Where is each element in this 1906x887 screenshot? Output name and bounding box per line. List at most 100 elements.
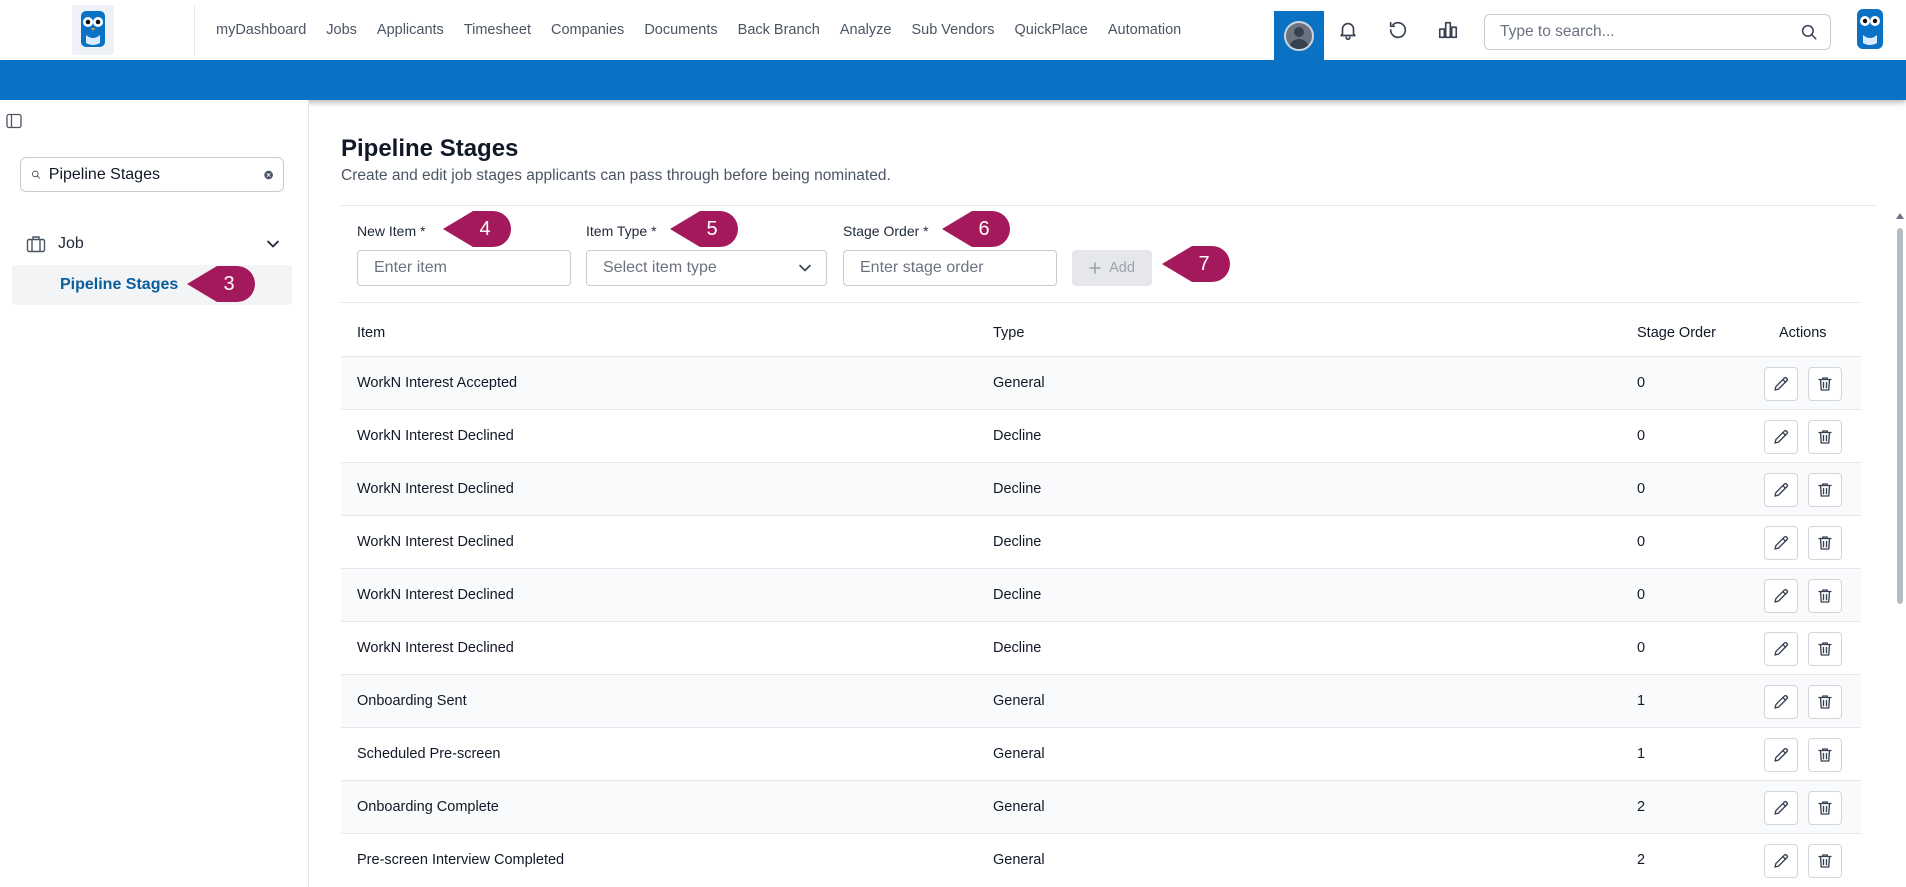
cell-stage-order: 0 xyxy=(1637,587,1646,603)
nav-sub-vendors[interactable]: Sub Vendors xyxy=(911,22,994,38)
company-logo[interactable] xyxy=(72,5,114,55)
pencil-icon xyxy=(1774,747,1789,762)
top-bar: myDashboard Jobs Applicants Timesheet Co… xyxy=(0,0,1906,60)
table-row: Onboarding Sent General 1 xyxy=(341,674,1861,727)
edit-button[interactable] xyxy=(1764,632,1798,666)
nav-companies[interactable]: Companies xyxy=(551,22,624,38)
table-row: WorkN Interest Declined Decline 0 xyxy=(341,568,1861,621)
nav-quickplace[interactable]: QuickPlace xyxy=(1015,22,1088,38)
stage-order-label: Stage Order * xyxy=(843,223,929,239)
edit-button[interactable] xyxy=(1764,473,1798,507)
pencil-icon xyxy=(1774,641,1789,656)
trash-icon xyxy=(1818,695,1832,709)
delete-button[interactable] xyxy=(1808,367,1842,401)
trash-icon xyxy=(1818,642,1832,656)
annotation-marker-7: 7 xyxy=(1162,244,1232,284)
nav-jobs[interactable]: Jobs xyxy=(326,22,357,38)
cell-stage-order: 2 xyxy=(1637,852,1646,868)
edit-button[interactable] xyxy=(1764,579,1798,613)
page-title: Pipeline Stages xyxy=(341,135,519,162)
delete-button[interactable] xyxy=(1808,685,1842,719)
cell-type: General xyxy=(993,852,1045,868)
delete-button[interactable] xyxy=(1808,473,1842,507)
pencil-icon xyxy=(1774,482,1789,497)
edit-button[interactable] xyxy=(1764,791,1798,825)
nav-automation[interactable]: Automation xyxy=(1108,22,1181,38)
trash-icon xyxy=(1818,430,1832,444)
history-icon[interactable] xyxy=(1384,16,1412,44)
pencil-icon xyxy=(1774,800,1789,815)
sidebar-group-job[interactable]: Job xyxy=(26,231,280,257)
nav-back-branch[interactable]: Back Branch xyxy=(738,22,820,38)
cell-stage-order: 1 xyxy=(1637,746,1646,762)
table-row: Onboarding Complete General 2 xyxy=(341,780,1861,833)
annotation-marker-6: 6 xyxy=(942,209,1012,249)
avatar xyxy=(1284,20,1314,51)
edit-button[interactable] xyxy=(1764,526,1798,560)
table-row: WorkN Interest Declined Decline 0 xyxy=(341,409,1861,462)
add-button-label: Add xyxy=(1109,260,1135,276)
nav-analyze[interactable]: Analyze xyxy=(840,22,892,38)
cell-stage-order: 2 xyxy=(1637,799,1646,815)
table-row: WorkN Interest Declined Decline 0 xyxy=(341,621,1861,674)
nav-documents[interactable]: Documents xyxy=(644,22,717,38)
item-type-placeholder: Select item type xyxy=(603,259,717,276)
edit-button[interactable] xyxy=(1764,420,1798,454)
user-menu-tab[interactable] xyxy=(1274,11,1324,60)
global-search-input[interactable] xyxy=(1500,23,1800,41)
edit-button[interactable] xyxy=(1764,367,1798,401)
delete-button[interactable] xyxy=(1808,791,1842,825)
edit-button[interactable] xyxy=(1764,844,1798,878)
global-search[interactable] xyxy=(1484,14,1831,50)
nav-mydashboard[interactable]: myDashboard xyxy=(216,22,306,38)
chevron-down-icon[interactable] xyxy=(266,239,280,249)
pencil-icon xyxy=(1774,588,1789,603)
cell-type: General xyxy=(993,693,1045,709)
new-item-input[interactable] xyxy=(357,250,571,286)
divider xyxy=(341,302,1861,303)
clear-icon[interactable] xyxy=(264,167,273,183)
column-header-type: Type xyxy=(993,325,1025,341)
edit-button[interactable] xyxy=(1764,738,1798,772)
stage-order-input[interactable] xyxy=(843,250,1057,286)
column-header-item: Item xyxy=(357,325,386,341)
cell-stage-order: 0 xyxy=(1637,481,1646,497)
trash-icon xyxy=(1818,377,1832,391)
add-button[interactable]: Add xyxy=(1072,250,1152,286)
cell-stage-order: 1 xyxy=(1637,693,1646,709)
column-header-actions: Actions xyxy=(1779,325,1827,341)
pencil-icon xyxy=(1774,535,1789,550)
cell-type: Decline xyxy=(993,587,1042,603)
trash-icon xyxy=(1818,536,1832,550)
delete-button[interactable] xyxy=(1808,738,1842,772)
table-row: Scheduled Pre-screen General 1 xyxy=(341,727,1861,780)
bar-chart-icon[interactable] xyxy=(1434,16,1462,44)
page-subtitle: Create and edit job stages applicants ca… xyxy=(341,167,891,184)
cell-item: WorkN Interest Accepted xyxy=(357,375,518,391)
item-type-select[interactable]: Select item type xyxy=(586,250,827,286)
delete-button[interactable] xyxy=(1808,632,1842,666)
sidebar-search[interactable] xyxy=(20,157,284,192)
scrollbar-thumb[interactable] xyxy=(1897,228,1903,604)
cell-stage-order: 0 xyxy=(1637,640,1646,656)
item-type-label: Item Type * xyxy=(586,223,657,239)
cell-item: Onboarding Complete xyxy=(357,799,499,815)
panel-toggle-icon[interactable] xyxy=(6,113,22,129)
cell-item: WorkN Interest Declined xyxy=(357,534,514,550)
pencil-icon xyxy=(1774,429,1789,444)
nav-timesheet[interactable]: Timesheet xyxy=(464,22,531,38)
scroll-up-icon[interactable] xyxy=(1896,213,1904,219)
delete-button[interactable] xyxy=(1808,420,1842,454)
nav-applicants[interactable]: Applicants xyxy=(377,22,444,38)
delete-button[interactable] xyxy=(1808,579,1842,613)
sidebar-search-input[interactable] xyxy=(48,165,256,184)
delete-button[interactable] xyxy=(1808,844,1842,878)
delete-button[interactable] xyxy=(1808,526,1842,560)
cell-stage-order: 0 xyxy=(1637,375,1646,391)
sidebar-item-label: Pipeline Stages xyxy=(60,276,179,293)
scrollbar[interactable] xyxy=(1894,210,1906,887)
trash-icon xyxy=(1818,483,1832,497)
bell-icon[interactable] xyxy=(1334,16,1362,44)
search-icon[interactable] xyxy=(1800,23,1818,41)
edit-button[interactable] xyxy=(1764,685,1798,719)
